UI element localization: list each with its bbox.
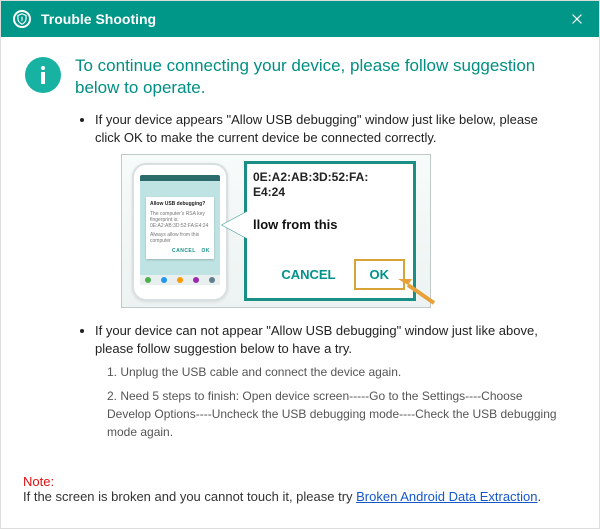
- zoom-allow-text: llow from this: [247, 200, 413, 234]
- info-icon: [25, 57, 61, 93]
- phone-dialog-cancel: CANCEL: [172, 248, 196, 254]
- heading-row: To continue connecting your device, plea…: [25, 55, 575, 99]
- heading-text: To continue connecting your device, plea…: [75, 55, 575, 99]
- titlebar-title: Trouble Shooting: [41, 11, 567, 27]
- close-icon: [570, 12, 584, 26]
- substep-2: 2. Need 5 steps to finish: Open device s…: [107, 387, 565, 441]
- instruction-2-substeps: 1. Unplug the USB cable and connect the …: [107, 363, 565, 441]
- substep-1: 1. Unplug the USB cable and connect the …: [107, 363, 565, 381]
- phone-screen: Allow USB debugging? The computer's RSA …: [140, 175, 220, 285]
- note-label: Note:: [23, 474, 54, 489]
- instruction-list: If your device appears "Allow USB debugg…: [25, 111, 575, 441]
- zoom-cancel-button: CANCEL: [273, 260, 343, 290]
- instruction-item-1: If your device appears "Allow USB debugg…: [95, 111, 565, 308]
- footer-note: Note: If the screen is broken and you ca…: [23, 474, 577, 504]
- highlight-arrow-icon: [388, 277, 436, 305]
- callout-pointer-icon: [222, 211, 248, 239]
- phone-dialog-ok: OK: [202, 248, 211, 254]
- note-text-after: .: [538, 489, 542, 504]
- app-logo-icon: [13, 10, 31, 28]
- phone-nav-bar: [140, 275, 220, 285]
- zoom-mac-line1: 0E:A2:AB:3D:52:FA:: [253, 170, 368, 184]
- note-text-before: If the screen is broken and you cannot t…: [23, 489, 356, 504]
- instruction-1-text: If your device appears "Allow USB debugg…: [95, 112, 538, 145]
- dialog-content: To continue connecting your device, plea…: [1, 37, 599, 461]
- phone-dialog-title: Allow USB debugging?: [150, 201, 210, 208]
- instruction-item-2: If your device can not appear "Allow USB…: [95, 322, 565, 441]
- broken-android-link[interactable]: Broken Android Data Extraction: [356, 489, 537, 504]
- titlebar: Trouble Shooting: [1, 1, 599, 37]
- close-button[interactable]: [567, 9, 587, 29]
- zoom-mac-line2: E4:24: [253, 185, 285, 199]
- phone-mockup: Allow USB debugging? The computer's RSA …: [132, 163, 228, 301]
- usb-debugging-illustration: Allow USB debugging? The computer's RSA …: [121, 154, 431, 308]
- instruction-2-text: If your device can not appear "Allow USB…: [95, 323, 538, 356]
- phone-dialog: Allow USB debugging? The computer's RSA …: [146, 197, 214, 259]
